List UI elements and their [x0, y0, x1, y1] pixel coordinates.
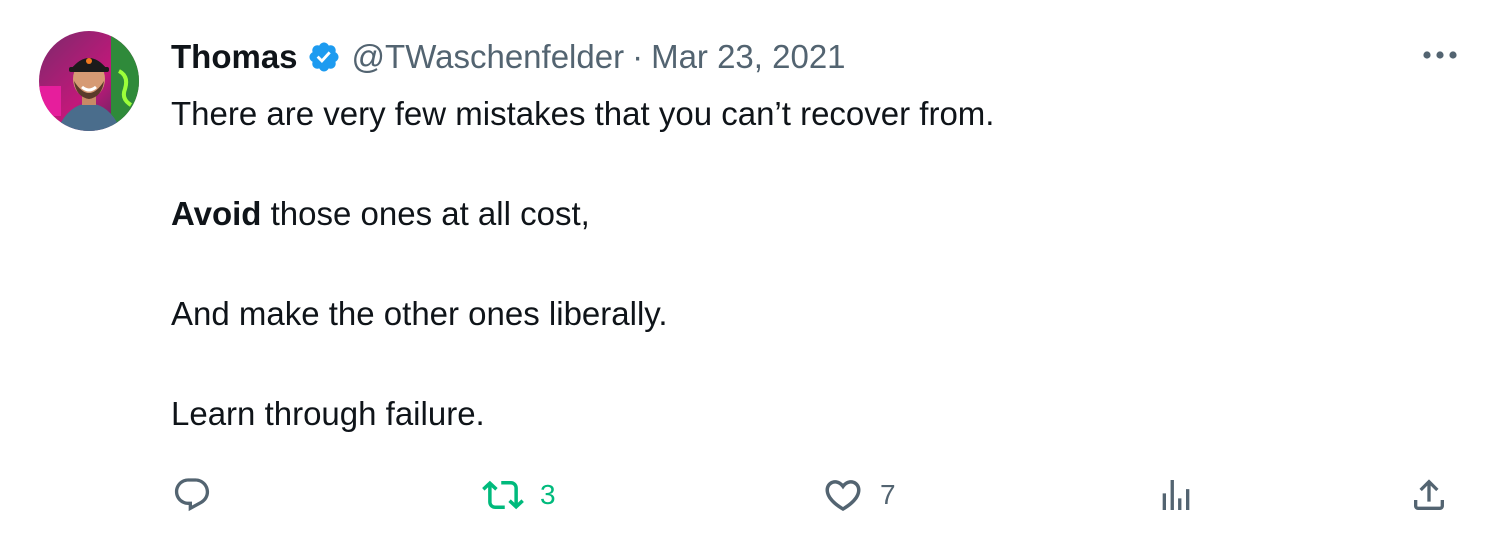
- tweet-date[interactable]: Mar 23, 2021: [651, 38, 845, 76]
- tweet-line-4: Learn through failure.: [171, 395, 485, 432]
- reply-button[interactable]: [172, 470, 212, 520]
- profile-photo-icon: [39, 31, 139, 131]
- tweet-header: Thomas @TWaschenfelder · Mar 23, 2021: [171, 33, 846, 81]
- reply-icon: [174, 478, 210, 512]
- heart-icon: [825, 480, 861, 512]
- analytics-icon: [1162, 480, 1190, 510]
- separator-dot: ·: [632, 38, 644, 75]
- analytics-button[interactable]: [1156, 470, 1196, 520]
- like-button[interactable]: 7: [822, 470, 896, 520]
- tweet-line-3: And make the other ones liberally.: [171, 295, 668, 332]
- more-dots-icon: [1423, 51, 1457, 59]
- tweet-line-2: Avoid those ones at all cost,: [171, 189, 1411, 238]
- action-bar: 3 7: [0, 470, 1500, 520]
- tweet-line-1: There are very few mistakes that you can…: [171, 95, 995, 132]
- retweet-button[interactable]: 3: [482, 470, 556, 520]
- avatar[interactable]: [39, 31, 139, 131]
- user-handle[interactable]: @TWaschenfelder: [352, 38, 625, 76]
- share-button[interactable]: [1409, 470, 1449, 520]
- verified-badge-icon: [307, 40, 341, 74]
- tweet-card: Thomas @TWaschenfelder · Mar 23, 2021 Th…: [0, 0, 1500, 546]
- share-icon: [1414, 479, 1444, 510]
- retweet-count: 3: [540, 479, 556, 510]
- bold-word: Avoid: [171, 195, 262, 232]
- retweet-icon: [482, 480, 524, 510]
- like-count: 7: [880, 479, 896, 510]
- tweet-text: There are very few mistakes that you can…: [171, 89, 1411, 489]
- more-options-button[interactable]: [1418, 40, 1462, 70]
- display-name[interactable]: Thomas: [171, 38, 298, 76]
- tweet-line-2-rest: those ones at all cost,: [261, 195, 590, 232]
